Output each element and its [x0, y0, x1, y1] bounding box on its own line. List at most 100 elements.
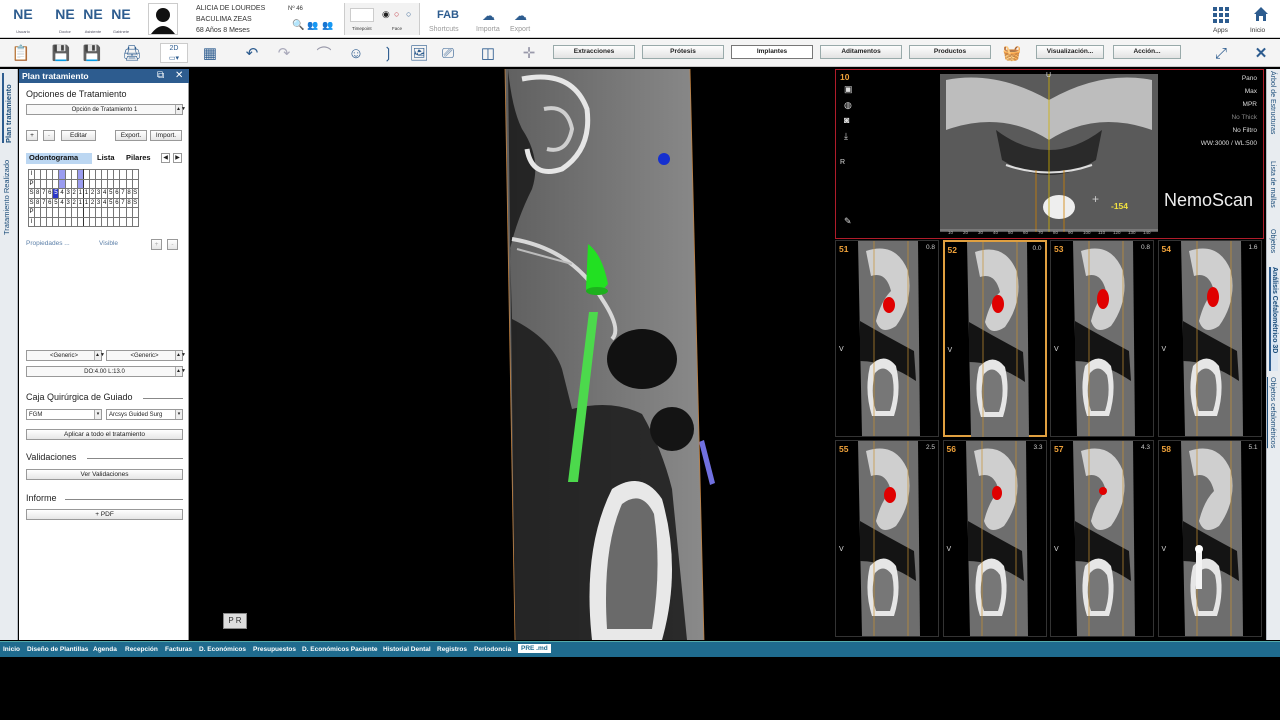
cross-section-tile[interactable]: 55 2.5 V: [835, 440, 939, 637]
download-icon[interactable]: ⤓: [844, 131, 848, 142]
see-validations-button[interactable]: Ver Validaciones: [26, 469, 183, 480]
tooth-cell[interactable]: S: [131, 188, 139, 199]
module-tab[interactable]: Facturas: [165, 646, 192, 653]
aditamentos-button[interactable]: Aditamentos: [820, 45, 902, 59]
module-tab[interactable]: Historial Dental: [383, 646, 431, 653]
image-icon[interactable]: 🖼: [408, 43, 430, 63]
tab-arbol-estructuras[interactable]: Árbol de Estructuras: [1269, 71, 1276, 155]
panel-close-icon[interactable]: ✕: [175, 70, 183, 81]
module-tab[interactable]: Registros: [437, 646, 467, 653]
face-radio-2-icon[interactable]: ○: [394, 9, 399, 19]
cloud-upload-icon[interactable]: ☁: [482, 8, 495, 24]
tab-analisis-cefalometrico[interactable]: Análisis Cefalométrico 3D: [1269, 267, 1278, 371]
tooth-cell[interactable]: [131, 178, 139, 189]
tab-objetos-cefalometricos[interactable]: Objetos cefalométricos: [1269, 377, 1276, 477]
panoramic-viewer[interactable]: + 10 ▣ ◍ ◙ ⤓ R U ✎ Pano Max MPR No Thick…: [835, 69, 1264, 239]
guide-brand-select[interactable]: FGM ▾: [26, 409, 102, 420]
cross-section-tile[interactable]: 51 0.8 V: [835, 240, 939, 437]
export-label[interactable]: Export: [510, 26, 530, 33]
module-tab[interactable]: Presupuestos: [253, 646, 296, 653]
productos-button[interactable]: Productos: [909, 45, 991, 59]
clipboard-icon[interactable]: 📋: [10, 43, 32, 63]
generic-select-2[interactable]: <Generic> ▲▼: [106, 350, 186, 361]
implantes-button[interactable]: Implantes: [731, 45, 813, 59]
arch-icon[interactable]: ⌒: [313, 43, 335, 63]
doctor-logo[interactable]: NE: [52, 6, 78, 22]
module-tab[interactable]: Inicio: [3, 646, 20, 653]
layout-icon[interactable]: ▦: [199, 43, 221, 63]
properties-remove-button[interactable]: -: [167, 239, 178, 250]
tooth-cell[interactable]: [131, 207, 139, 218]
remove-option-button[interactable]: -: [43, 130, 55, 141]
fab-icon[interactable]: FAB: [437, 9, 459, 21]
home-icon[interactable]: [1253, 6, 1269, 22]
tab-lista[interactable]: Lista: [97, 153, 115, 164]
tabs-next-icon[interactable]: ▶: [173, 153, 182, 163]
tab-pilares[interactable]: Pilares: [126, 153, 151, 164]
tooth-cell[interactable]: S: [131, 197, 139, 208]
orientation-cube[interactable]: P R: [223, 613, 247, 629]
treatment-option-select[interactable]: Opción de Tratamiento 1 ▲▼: [26, 104, 186, 115]
face-radio-3-icon[interactable]: ○: [406, 9, 411, 19]
accion-button[interactable]: Acción...: [1113, 45, 1181, 59]
export-button[interactable]: Export.: [115, 130, 147, 141]
undo-icon[interactable]: ↶: [241, 43, 263, 63]
module-tab[interactable]: Agenda: [93, 646, 117, 653]
apps-grid-icon[interactable]: [1213, 7, 1229, 23]
print-icon[interactable]: 🖨: [121, 43, 143, 63]
view-mode-select[interactable]: 2D ▭▾: [160, 43, 188, 63]
cross-section-tile[interactable]: 56 3.3 V: [942, 440, 1047, 637]
odontogram-grid[interactable]: IPS8765432112345678SS8765432112345678SPI: [27, 169, 139, 227]
add-option-button[interactable]: +: [26, 130, 38, 141]
save-icon[interactable]: 💾: [50, 43, 72, 63]
properties-add-button[interactable]: +: [151, 239, 162, 250]
assistant-logo[interactable]: NE: [80, 6, 106, 22]
tabs-prev-icon[interactable]: ◀: [161, 153, 170, 163]
patient-avatar[interactable]: [148, 3, 178, 35]
search-patient-icon[interactable]: 🔍: [292, 20, 304, 31]
user-logo[interactable]: NE: [10, 6, 36, 22]
close-icon[interactable]: ✕: [1250, 43, 1272, 63]
cross-section-tile[interactable]: 53 0.8 V: [1050, 240, 1154, 437]
basket-icon[interactable]: 🧺: [1001, 43, 1023, 63]
cabinet-logo[interactable]: NE: [108, 6, 134, 22]
tab-tratamiento-realizado[interactable]: Tratamiento Realizado: [2, 149, 11, 235]
implant-dims-select[interactable]: DO:4.00 L:13.0 ▲▼: [26, 366, 186, 377]
cross-section-tile[interactable]: 57 4.3 V: [1050, 440, 1154, 637]
apply-all-button[interactable]: Aplicar a todo el tratamiento: [26, 429, 183, 440]
module-tab[interactable]: Recepción: [125, 646, 158, 653]
generic-select-1[interactable]: <Generic> ▲▼: [26, 350, 105, 361]
main-cross-section-viewer[interactable]: P R: [192, 69, 833, 640]
module-tab[interactable]: D. Económicos: [199, 646, 246, 653]
link-patient-icon[interactable]: 👥: [322, 20, 333, 31]
scanner-icon[interactable]: ⎚: [437, 43, 459, 63]
timepoint-selector[interactable]: [350, 8, 374, 22]
face-radio-1-icon[interactable]: ◉: [382, 9, 390, 20]
pin-icon[interactable]: ✎: [844, 216, 852, 227]
import-label[interactable]: Importa: [476, 26, 500, 33]
import-button[interactable]: Import.: [150, 130, 182, 141]
cloud-download-icon[interactable]: ☁: [514, 8, 527, 24]
shortcuts-label[interactable]: Shortcuts: [429, 26, 459, 33]
module-tab[interactable]: Periodoncia: [474, 646, 511, 653]
module-tab[interactable]: D. Económicos Paciente: [302, 646, 378, 653]
tab-lista-mallas[interactable]: Lista de mallas: [1269, 161, 1276, 221]
tab-odontograma[interactable]: Odontograma: [26, 153, 92, 164]
extracciones-button[interactable]: Extracciones: [553, 45, 635, 59]
add-patient-icon[interactable]: 👥: [307, 20, 318, 31]
expand-icon[interactable]: ⤢: [1210, 43, 1232, 63]
globe-icon[interactable]: ◍: [844, 100, 852, 111]
cross-section-tile[interactable]: 54 1.6 V: [1157, 240, 1262, 437]
image-icon[interactable]: ▣: [844, 84, 853, 95]
properties-label[interactable]: Propiedades ...: [26, 240, 70, 247]
module-tab[interactable]: PRE .md: [518, 644, 551, 653]
redo-icon[interactable]: ↷: [273, 43, 295, 63]
tooth-cell[interactable]: [131, 169, 139, 180]
undock-icon[interactable]: ⧉: [157, 70, 164, 81]
cross-section-tile[interactable]: 58 5.1 V: [1157, 440, 1262, 637]
tab-plan-tratamiento[interactable]: Plan tratamiento: [2, 73, 13, 143]
protesis-button[interactable]: Prótesis: [642, 45, 724, 59]
split-view-icon[interactable]: ◫: [477, 43, 499, 63]
save-as-icon[interactable]: 💾: [81, 43, 103, 63]
guide-kit-select[interactable]: Arcsys Guided Surg ▾: [106, 409, 183, 420]
